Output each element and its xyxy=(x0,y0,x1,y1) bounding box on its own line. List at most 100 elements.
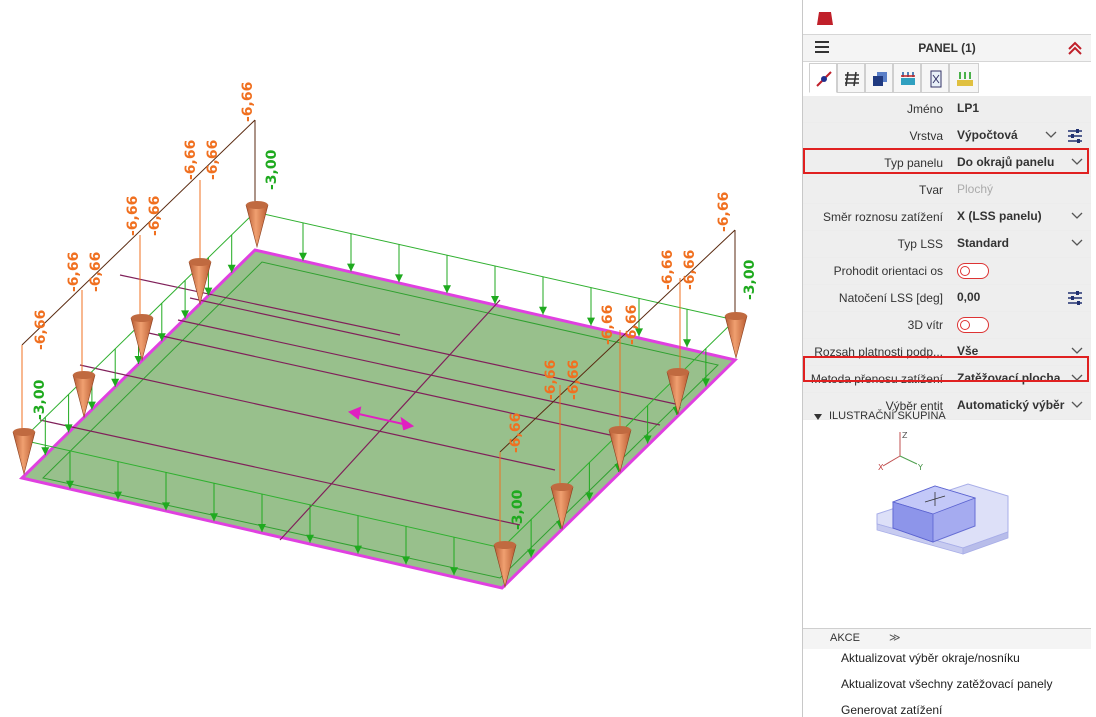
support-cone-top xyxy=(667,368,689,376)
action-update-edge-selection[interactable]: Aktualizovat výběr okraje/nosníku xyxy=(841,651,1020,665)
prop-label: Rozsah platnosti podp... xyxy=(814,345,943,359)
panel-top-strip xyxy=(803,0,1091,34)
prop-smer-roznosu[interactable]: Směr roznosu zatížení X (LSS panelu) xyxy=(803,204,1091,231)
support-cone-top xyxy=(725,312,747,320)
sliders-icon[interactable] xyxy=(1067,291,1083,305)
green-load-value-label: -3,00 xyxy=(32,379,48,420)
green-arrow-head xyxy=(587,317,595,326)
illustration-image: Z X Y xyxy=(876,431,1009,555)
collapse-up-icon[interactable] xyxy=(1067,40,1083,56)
prop-metoda-prenosu[interactable]: Metoda přenosu zatížení Zatěžovací ploch… xyxy=(803,366,1091,393)
prop-label: 3D vítr xyxy=(907,318,943,332)
support-cone-top xyxy=(494,541,516,549)
action-update-all-load-panels[interactable]: Aktualizovat všechny zatěžovací panely xyxy=(841,677,1052,691)
property-list: Jméno LP1 Vrstva Výpočtová Typ panelu Do… xyxy=(803,96,1091,420)
prop-label: Jméno xyxy=(906,102,943,116)
panel-title-bar: PANEL (1) xyxy=(803,34,1091,62)
chevron-down-icon[interactable] xyxy=(1071,212,1083,220)
prop-label: Vrstva xyxy=(909,129,943,143)
support-cone-top xyxy=(13,428,35,436)
prop-natoceni-lss[interactable]: Natočení LSS [deg] 0,00 xyxy=(803,285,1091,312)
illustration-area: Z X Y xyxy=(803,426,1091,626)
document-icon xyxy=(930,70,942,88)
panel-tabs xyxy=(803,60,1091,97)
prop-value[interactable]: 0,00 xyxy=(957,290,980,304)
prop-prohodit-orientaci[interactable]: Prohodit orientaci os xyxy=(803,258,1091,285)
prop-value[interactable]: Vše xyxy=(957,344,978,358)
load-value-label: -6,66 xyxy=(624,305,640,345)
tab-load[interactable] xyxy=(893,63,921,93)
prop-jmeno[interactable]: Jméno LP1 xyxy=(803,96,1091,123)
prop-label: Metoda přenosu zatížení xyxy=(810,372,943,386)
load-value-label: -6,66 xyxy=(543,360,559,400)
tab-layers[interactable] xyxy=(837,63,865,93)
geometry-icon xyxy=(816,71,832,87)
vitr-3d-toggle[interactable] xyxy=(957,317,989,333)
load-value-label: -6,66 xyxy=(205,140,221,180)
green-load-value-label: -3,00 xyxy=(510,489,526,530)
prop-value[interactable]: Standard xyxy=(957,236,1009,250)
chevron-down-icon[interactable] xyxy=(1071,158,1083,166)
action-generate-load[interactable]: Generovat zatížení xyxy=(841,703,942,717)
support-cone-top xyxy=(131,314,153,322)
load-value-label: -6,66 xyxy=(660,250,676,290)
prop-label: Typ panelu xyxy=(884,156,943,170)
expand-more-icon[interactable]: ≫ xyxy=(889,631,901,644)
load-value-label: -6,66 xyxy=(147,196,163,236)
sliders-icon[interactable] xyxy=(1067,129,1083,143)
support-cone-top xyxy=(551,483,573,491)
load-value-label: -6,66 xyxy=(566,360,582,400)
prop-value[interactable]: X (LSS panelu) xyxy=(957,209,1042,223)
load-value-label: -6,66 xyxy=(682,250,698,290)
load-value-label: -6,66 xyxy=(33,310,49,350)
trapezoid-icon xyxy=(817,12,833,25)
prop-typ-panelu[interactable]: Typ panelu Do okrajů panelu xyxy=(803,150,1091,177)
panel-title: PANEL (1) xyxy=(918,41,976,55)
chevron-down-icon[interactable] xyxy=(1045,131,1057,139)
properties-panel: PANEL (1) Jméno LP1 Vrstva Výpočtová Typ… xyxy=(802,0,1091,717)
prop-label: Typ LSS xyxy=(897,237,943,251)
collapse-triangle-icon[interactable] xyxy=(814,414,822,420)
prop-value[interactable]: Do okrajů panelu xyxy=(957,155,1054,169)
tab-document[interactable] xyxy=(921,63,949,93)
tab-geometry[interactable] xyxy=(809,63,837,93)
chevron-down-icon[interactable] xyxy=(1071,347,1083,355)
illustration-section-header[interactable]: ILUSTRAČNÍ SKUPINA xyxy=(803,408,1091,426)
green-arrow-head xyxy=(683,339,691,348)
load-value-label: -6,66 xyxy=(183,140,199,180)
panel-3d-scene[interactable]: -6,66 -6,66 -6,66 -6,66 -6,66 -6,66 -6,66 -6,66… xyxy=(0,0,800,717)
load-value-label: -6,66 xyxy=(88,252,104,292)
layers-icon xyxy=(845,71,859,87)
prop-value[interactable]: Výpočtová xyxy=(957,128,1018,142)
prop-vrstva[interactable]: Vrstva Výpočtová xyxy=(803,123,1091,150)
prop-value[interactable]: LP1 xyxy=(957,101,979,115)
prop-3d-vitr[interactable]: 3D vítr xyxy=(803,312,1091,339)
support-cone-top xyxy=(189,258,211,266)
prop-typ-lss[interactable]: Typ LSS Standard xyxy=(803,231,1091,258)
tab-structure[interactable] xyxy=(949,63,979,93)
load-value-label: -6,66 xyxy=(240,82,256,122)
load-value-label: -6,66 xyxy=(66,252,82,292)
load-value-label: -6,66 xyxy=(125,196,141,236)
support-cone-top xyxy=(246,201,268,209)
surface-icon xyxy=(873,72,887,86)
prop-tvar[interactable]: Tvar Plochý xyxy=(803,177,1091,204)
load-value-label: -6,66 xyxy=(600,305,616,345)
chevron-down-icon[interactable] xyxy=(1071,374,1083,382)
green-load-value-label: -3,00 xyxy=(264,149,280,190)
model-viewport[interactable]: -6,66 -6,66 -6,66 -6,66 -6,66 -6,66 -6,66 -6,66… xyxy=(0,0,800,717)
prop-value: Plochý xyxy=(957,182,994,196)
chevron-down-icon[interactable] xyxy=(1071,239,1083,247)
green-load-value-label: -3,00 xyxy=(742,259,758,300)
prohodit-orientaci-toggle[interactable] xyxy=(957,263,989,279)
tab-surface[interactable] xyxy=(865,63,893,93)
load-value-label: -6,66 xyxy=(716,192,732,232)
prop-label: Tvar xyxy=(919,183,943,197)
axis-x-label: X xyxy=(878,463,884,472)
support-cone-top xyxy=(73,371,95,379)
prop-value[interactable]: Zatěžovací plocha xyxy=(957,371,1060,385)
green-arrow-head xyxy=(539,306,547,315)
prop-rozsah-platnosti[interactable]: Rozsah platnosti podp... Vše xyxy=(803,339,1091,366)
structure-icon xyxy=(957,72,973,86)
axis-z-label: Z xyxy=(902,431,908,440)
